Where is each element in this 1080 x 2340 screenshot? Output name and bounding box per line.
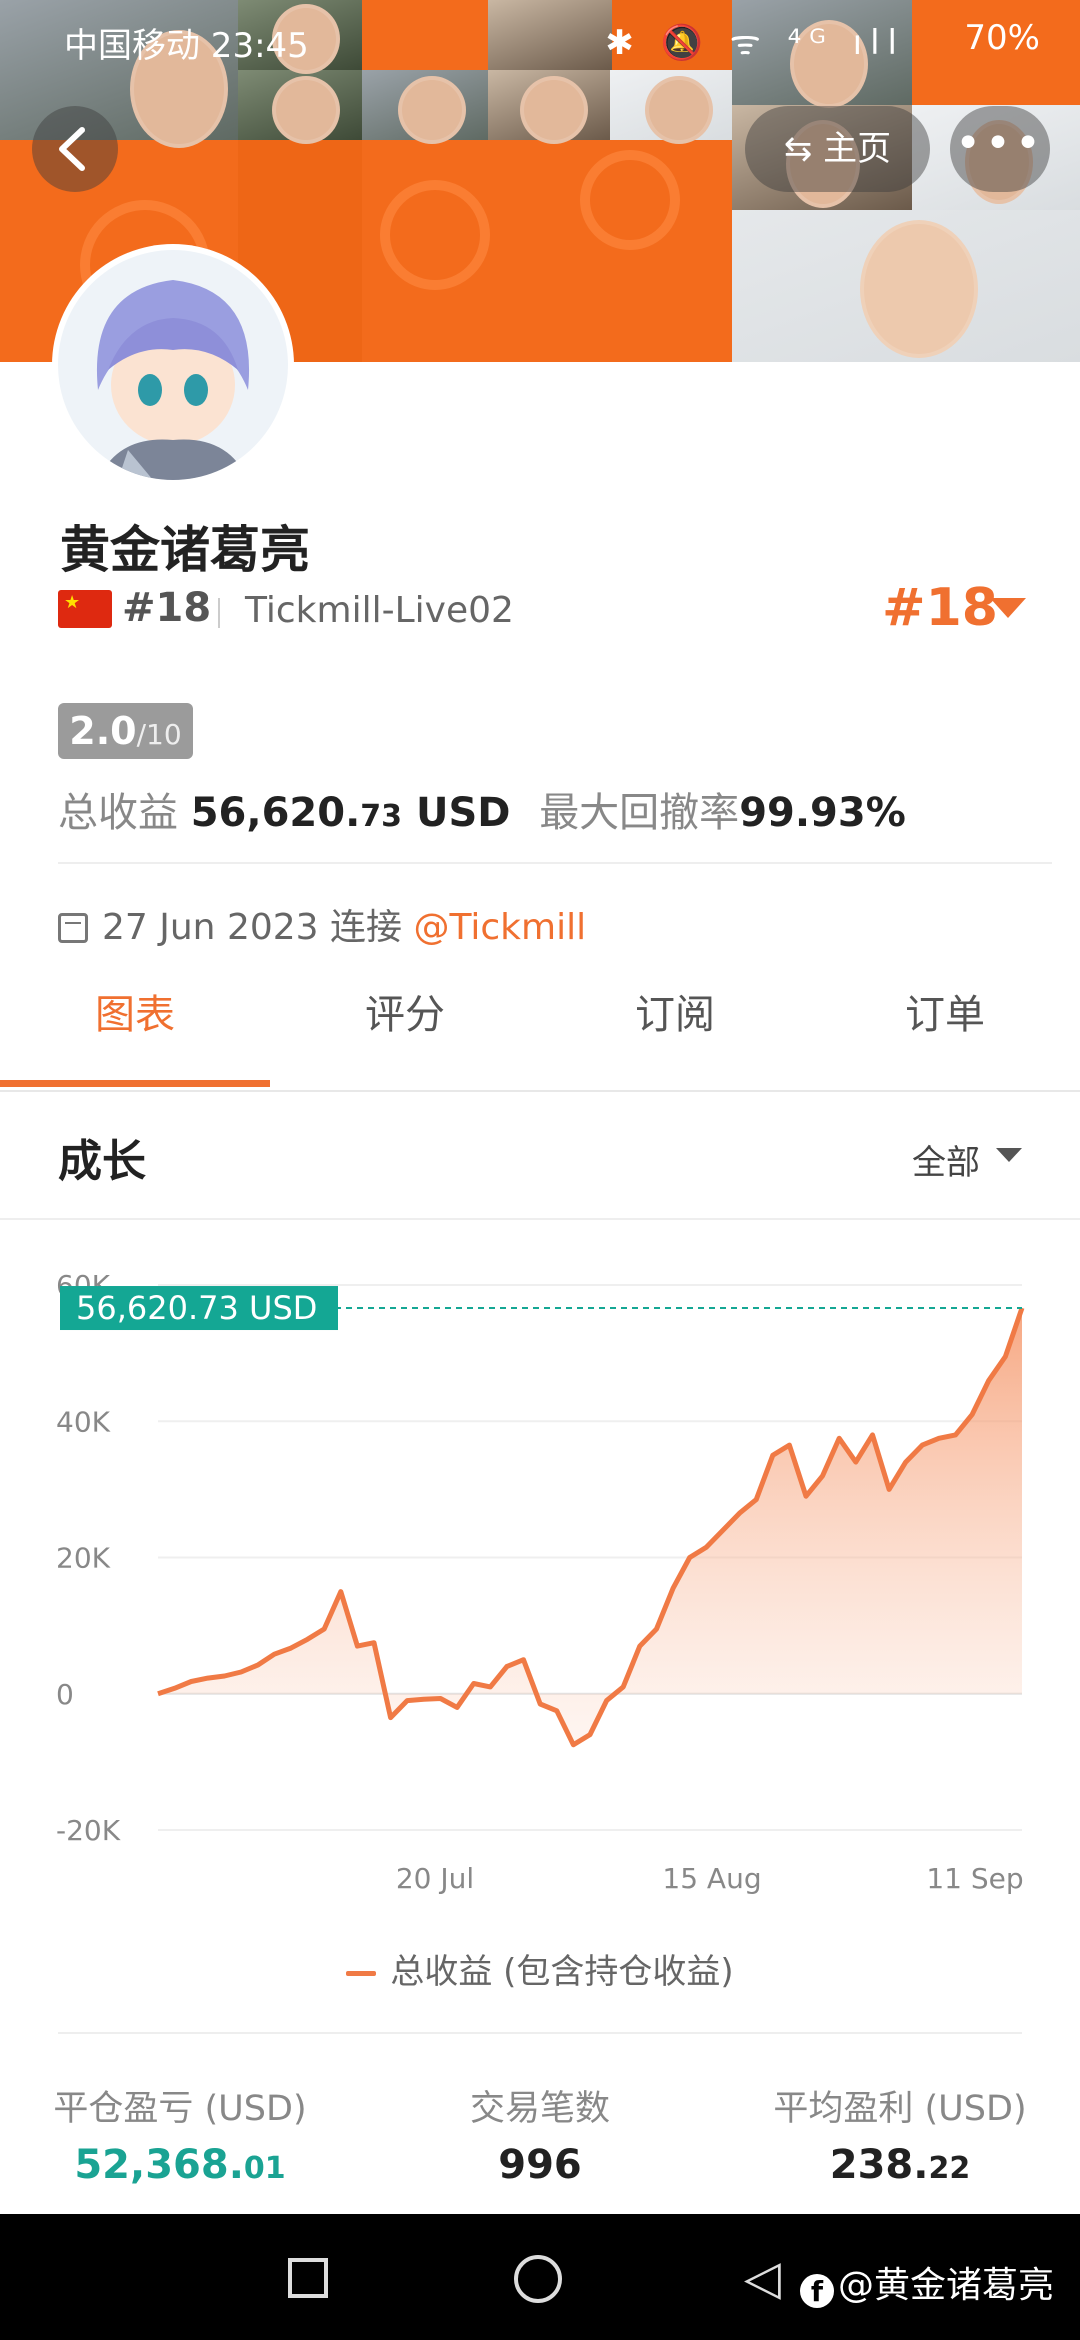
home-button[interactable]: ⇆ 主页 bbox=[745, 106, 930, 192]
tab-orders[interactable]: 订单 bbox=[810, 965, 1080, 1088]
closed-pnl-label: 平仓盈亏 (USD) bbox=[53, 2089, 307, 2129]
more-options-button[interactable]: ••• bbox=[950, 106, 1050, 192]
score-max: /10 bbox=[136, 718, 182, 751]
separator bbox=[218, 598, 220, 628]
avatar[interactable] bbox=[58, 250, 288, 480]
rank-badge: #18 bbox=[122, 585, 212, 631]
status-icons: ✱ 🔕 ᯤ ⁴ᴳ ıll bbox=[605, 23, 905, 63]
carrier-time-text: 中国移动 23:45 bbox=[64, 26, 309, 66]
watermark: f @黄金诸葛亮 bbox=[800, 2256, 1054, 2308]
calendar-icon bbox=[58, 913, 88, 943]
max-drawdown-label: 最大回撤率 bbox=[539, 790, 740, 836]
trade-count-label: 交易笔数 bbox=[469, 2089, 610, 2129]
battery-percentage: 70% bbox=[964, 18, 1040, 58]
watermark-text: @黄金诸葛亮 bbox=[838, 2265, 1055, 2306]
back-button[interactable] bbox=[32, 106, 118, 192]
score-badge: 2.0/10 bbox=[58, 703, 193, 759]
closed-pnl-value: 52,368.01 bbox=[74, 2142, 286, 2188]
x-tick-label: 15 Aug bbox=[662, 1862, 761, 1895]
growth-chart[interactable]: 60K40K20K0-20K 20 Jul 15 Aug 11 Sep 56,620… bbox=[0, 1240, 1080, 1900]
chart-legend: 总收益 (包含持仓收益) bbox=[0, 1944, 1080, 1993]
back-chevron-icon bbox=[59, 127, 85, 171]
broker-account: Tickmill-Live02 bbox=[245, 590, 514, 631]
legend-label: 总收益 (包含持仓收益) bbox=[390, 1952, 734, 1992]
facebook-icon: f bbox=[800, 2274, 834, 2308]
y-tick-label: 40K bbox=[56, 1405, 111, 1438]
total-profit-value: 56,620.73 USD bbox=[190, 790, 511, 836]
back-nav-button[interactable]: ◁ bbox=[744, 2250, 781, 2306]
divider bbox=[58, 862, 1052, 864]
x-tick-label: 20 Jul bbox=[396, 1862, 474, 1895]
total-profit-label: 总收益 bbox=[58, 790, 178, 836]
join-text: 连接 bbox=[330, 907, 403, 948]
status-bar: 中国移动 23:45 ✱ 🔕 ᯤ ⁴ᴳ ıll 70% bbox=[0, 0, 1080, 76]
divider bbox=[58, 2032, 1022, 2034]
join-date: 27 Jun 2023 bbox=[102, 907, 319, 948]
profit-summary: 总收益 56,620.73 USD 最大回撤率99.93% bbox=[58, 780, 906, 838]
x-tick-label: 11 Sep bbox=[926, 1862, 1023, 1895]
tab-rating[interactable]: 评分 bbox=[270, 965, 540, 1088]
current-value-label: 56,620.73 USD bbox=[76, 1289, 317, 1327]
active-tab-indicator bbox=[0, 1080, 270, 1087]
chevron-down-icon[interactable] bbox=[996, 1148, 1022, 1162]
anime-avatar-image bbox=[58, 250, 288, 480]
legend-swatch bbox=[346, 1971, 377, 1976]
y-tick-label: 20K bbox=[56, 1542, 111, 1575]
recents-button[interactable] bbox=[288, 2258, 328, 2298]
divider bbox=[0, 1218, 1080, 1220]
tab-bar: 图表 评分 订阅 订单 bbox=[0, 965, 1080, 1092]
y-tick-label: 0 bbox=[56, 1678, 74, 1711]
tab-chart[interactable]: 图表 bbox=[0, 965, 270, 1088]
tab-subscribe[interactable]: 订阅 bbox=[540, 965, 810, 1088]
max-drawdown-value: 99.93% bbox=[739, 790, 906, 836]
range-dropdown[interactable]: 全部 bbox=[912, 1135, 980, 1184]
section-title: 成长 bbox=[58, 1136, 146, 1187]
rank-selector[interactable]: #18 bbox=[882, 578, 998, 638]
home-nav-button[interactable] bbox=[514, 2255, 562, 2303]
trade-count-value: 996 bbox=[498, 2142, 582, 2188]
avg-profit-value: 238.22 bbox=[829, 2142, 971, 2188]
join-info: 27 Jun 2023 连接 @Tickmill bbox=[58, 898, 586, 950]
broker-link[interactable]: @Tickmill bbox=[413, 907, 586, 948]
user-name: 黄金诸葛亮 bbox=[60, 521, 310, 579]
avg-profit-label: 平均盈利 (USD) bbox=[773, 2089, 1027, 2129]
y-tick-label: -20K bbox=[56, 1814, 121, 1847]
chart-area-fill bbox=[158, 1308, 1022, 1745]
score-value: 2.0 bbox=[69, 709, 137, 753]
china-flag-icon: ★ bbox=[58, 590, 112, 628]
caret-down-icon[interactable] bbox=[990, 598, 1026, 618]
